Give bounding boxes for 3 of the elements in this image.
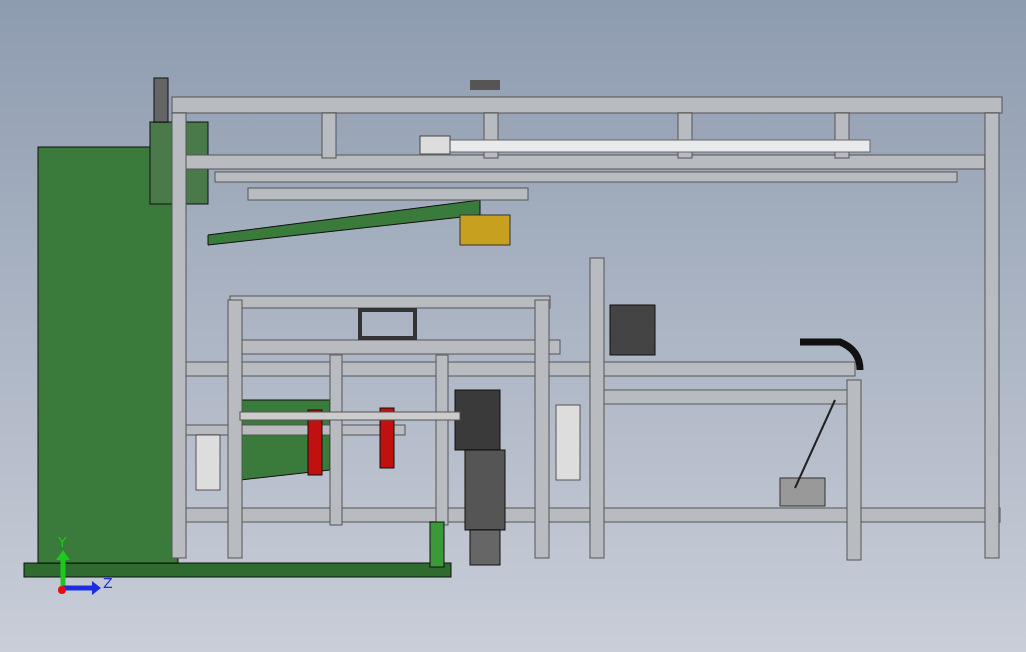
axis-label: Y xyxy=(58,535,67,549)
axis-label: Z xyxy=(103,576,113,590)
axis-triad-icon xyxy=(56,550,101,595)
